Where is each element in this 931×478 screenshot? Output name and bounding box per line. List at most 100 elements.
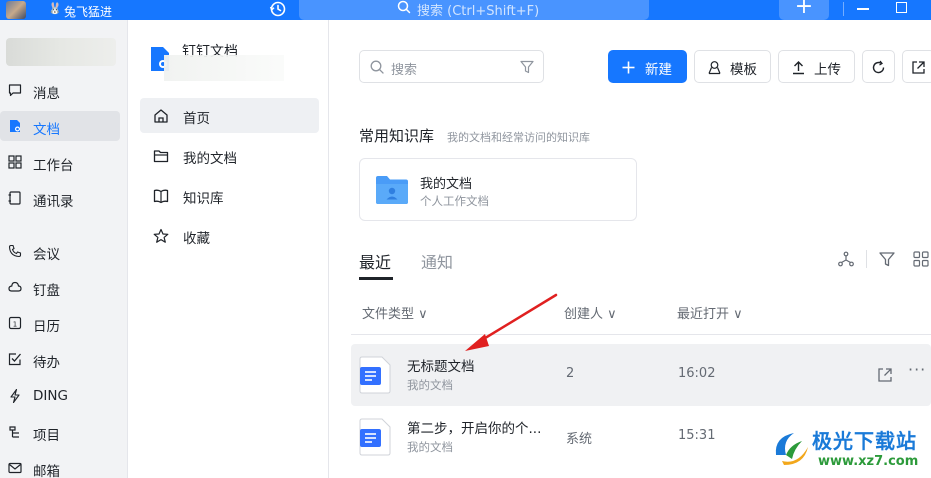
watermark-title: 极光下载站 [812, 429, 917, 453]
nav-item-drive[interactable]: 钉盘 [0, 272, 120, 302]
nav-item-workbench[interactable]: 工作台 [0, 147, 120, 177]
search-icon [397, 0, 411, 14]
nav-item-label: 工作台 [33, 158, 74, 174]
docs-nav-label: 收藏 [183, 231, 210, 247]
titlebar-divider [843, 2, 844, 16]
user-avatar[interactable] [6, 1, 26, 19]
open-in-new-icon[interactable] [876, 366, 894, 384]
blurred-app-subtitle [164, 55, 284, 81]
book-icon [153, 189, 169, 204]
upload-button-label: 上传 [814, 62, 841, 78]
grid-view-icon[interactable] [912, 250, 930, 268]
mail-icon [8, 462, 22, 474]
blurred-profile-area [6, 38, 116, 66]
docs-search-input[interactable]: 搜索 [359, 50, 544, 83]
column-header-type-label: 文件类型 [362, 307, 415, 322]
title-bar: 🐰 兔飞猛进 搜索 (Ctrl+Shift+F) + [0, 0, 931, 20]
nav-item-label: 消息 [33, 86, 60, 102]
nav-item-label: 通讯录 [33, 194, 74, 210]
nav-item-label: 邮箱 [33, 464, 60, 478]
docs-nav-label: 首页 [183, 111, 210, 127]
nav-item-label: DING [33, 388, 68, 404]
nav-item-contacts[interactable]: 通讯录 [0, 183, 120, 213]
global-search-placeholder: 搜索 (Ctrl+Shift+F) [417, 4, 540, 19]
doc-creator: 系统 [566, 432, 593, 447]
watermark-url: www.xz7.com [818, 454, 919, 469]
tab-notice[interactable]: 通知 [421, 249, 453, 273]
docs-nav-home[interactable]: 首页 [140, 98, 319, 133]
doc-location: 我的文档 [407, 378, 453, 392]
template-icon [708, 61, 721, 75]
doc-name: 第二步，开启你的个... [407, 421, 542, 437]
contacts-icon [8, 191, 21, 205]
template-button[interactable]: 模板 [694, 50, 771, 83]
create-plus-button[interactable]: + [779, 0, 829, 20]
new-button[interactable]: 新建 [608, 50, 687, 83]
column-header-type[interactable]: 文件类型 ∨ [362, 303, 428, 322]
nav-item-mail[interactable]: 邮箱 [0, 453, 120, 478]
toolbar-divider [866, 250, 867, 268]
nav-item-label: 会议 [33, 247, 60, 263]
nav-item-messages[interactable]: 消息 [0, 75, 120, 105]
cloud-icon [8, 281, 22, 292]
nav-item-label: 钉盘 [33, 283, 60, 299]
lightning-icon [10, 389, 20, 403]
doc-location: 我的文档 [407, 440, 453, 454]
document-icon [10, 120, 20, 132]
doc-creator: 2 [566, 366, 575, 381]
nav-item-project[interactable]: 项目 [0, 417, 120, 447]
nav-item-meeting[interactable]: 会议 [0, 236, 120, 266]
chevron-down-icon: ∨ [607, 307, 617, 322]
phone-icon [8, 244, 22, 258]
global-search-input[interactable]: 搜索 (Ctrl+Shift+F) [299, 0, 649, 20]
column-header-opened-label: 最近打开 [677, 307, 730, 322]
column-header-opened[interactable]: 最近打开 ∨ [677, 303, 743, 322]
docs-nav-knowledge-base[interactable]: 知识库 [140, 178, 319, 213]
star-icon [153, 228, 169, 243]
user-name[interactable]: 兔飞猛进 [64, 3, 112, 20]
nav-item-documents[interactable]: 文档 [0, 111, 120, 141]
filter-icon[interactable] [878, 250, 896, 268]
knowledge-base-desc: 个人工作文档 [420, 194, 489, 208]
docs-nav-label: 知识库 [183, 191, 224, 207]
tab-recent[interactable]: 最近 [359, 249, 391, 273]
primary-sidebar: 消息 文档 工作台 通讯录 会议 钉盘 1 日历 待办 DING 项目 邮箱 [0, 20, 128, 478]
project-icon [9, 426, 19, 438]
upload-button[interactable]: 上传 [778, 50, 855, 83]
new-button-label: 新建 [645, 62, 672, 78]
table-row[interactable]: 无标题文档 我的文档 2 16:02 ··· [351, 344, 931, 406]
annotation-arrow [465, 293, 558, 351]
calendar-icon: 1 [8, 316, 22, 330]
sync-button[interactable] [862, 50, 895, 83]
minimize-icon[interactable] [857, 8, 869, 10]
column-header-creator-label: 创建人 [564, 307, 604, 322]
svg-text:1: 1 [13, 321, 17, 329]
docs-nav-favorites[interactable]: 收藏 [140, 218, 319, 253]
template-button-label: 模板 [730, 62, 757, 78]
home-icon [154, 109, 168, 123]
nav-item-label: 待办 [33, 355, 60, 371]
open-external-button[interactable] [902, 50, 931, 83]
user-status-icon: 🐰 [48, 2, 62, 15]
history-icon[interactable] [268, 0, 288, 19]
nav-item-label: 文档 [33, 122, 60, 138]
filter-icon[interactable] [520, 60, 534, 74]
chevron-down-icon: ∨ [418, 307, 428, 322]
more-options-icon[interactable]: ··· [908, 360, 926, 379]
docs-nav-label: 我的文档 [183, 151, 237, 167]
watermark-logo-icon [775, 433, 808, 465]
maximize-icon[interactable] [896, 2, 907, 13]
message-icon [8, 84, 22, 97]
nav-item-todo[interactable]: 待办 [0, 344, 120, 374]
upload-icon [793, 61, 804, 75]
chevron-down-icon: ∨ [733, 307, 743, 322]
nav-item-calendar[interactable]: 1 日历 [0, 308, 120, 338]
nav-item-ding[interactable]: DING [0, 381, 120, 411]
search-icon [370, 60, 384, 74]
tree-view-icon[interactable] [837, 250, 855, 268]
knowledge-base-card[interactable]: 我的文档 个人工作文档 [359, 158, 637, 221]
todo-icon [8, 353, 21, 366]
knowledge-base-subtitle: 我的文档和经常访问的知识库 [447, 131, 590, 144]
column-header-creator[interactable]: 创建人 ∨ [564, 303, 617, 322]
docs-nav-my-docs[interactable]: 我的文档 [140, 138, 319, 173]
